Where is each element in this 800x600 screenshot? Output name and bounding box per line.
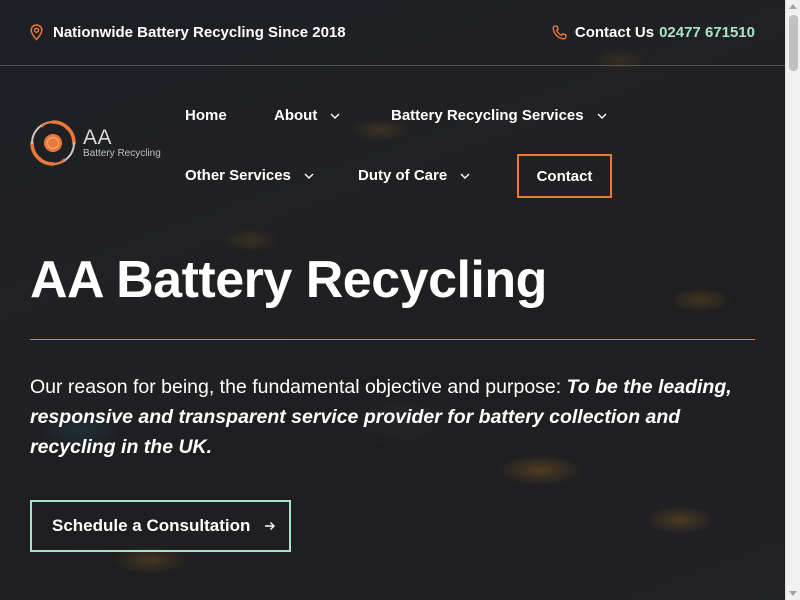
map-pin-icon	[30, 24, 43, 41]
nav-about[interactable]: About	[274, 107, 340, 124]
chevron-down-icon	[330, 113, 340, 119]
scroll-down-arrow-icon[interactable]	[789, 591, 797, 596]
site-logo[interactable]: AA Battery Recycling	[29, 119, 161, 167]
nav-contact-label: Contact	[536, 167, 593, 185]
contact-label: Contact Us	[574, 24, 655, 41]
nav-other-services[interactable]: Other Services	[185, 167, 314, 184]
hero-mission-statement: Our reason for being, the fundamental ob…	[30, 372, 765, 462]
nav-duty-of-care[interactable]: Duty of Care	[358, 167, 470, 184]
nav-contact-button[interactable]: Contact	[517, 154, 612, 198]
logo-emblem-icon	[30, 120, 76, 166]
nav-home[interactable]: Home	[185, 107, 227, 124]
location-info: Nationwide Battery Recycling Since 2018	[30, 24, 346, 41]
hero-divider	[30, 339, 755, 340]
location-text: Nationwide Battery Recycling Since 2018	[53, 24, 346, 41]
cta-label: Schedule a Consultation	[52, 516, 251, 535]
logo-title: AA	[83, 126, 113, 149]
nav-battery-recycling-services-label: Battery Recycling Services	[391, 107, 584, 124]
nav-about-label: About	[274, 107, 318, 124]
chevron-down-icon	[597, 113, 607, 119]
schedule-consultation-button[interactable]: Schedule a Consultation	[30, 500, 291, 552]
top-bar: Nationwide Battery Recycling Since 2018 …	[0, 0, 785, 66]
mission-lead-text: Our reason for being, the fundamental ob…	[30, 376, 562, 398]
nav-duty-of-care-label: Duty of Care	[358, 167, 448, 184]
phone-icon	[552, 25, 567, 40]
arrow-right-icon	[265, 522, 276, 530]
scroll-up-arrow-icon[interactable]	[789, 4, 797, 9]
chevron-down-icon	[460, 173, 470, 179]
scrollbar-thumb[interactable]	[789, 15, 798, 71]
nav-battery-recycling-services[interactable]: Battery Recycling Services	[391, 107, 607, 124]
hero-title: AA Battery Recycling	[30, 251, 547, 309]
phone-number-link[interactable]: 02477 671510	[659, 24, 755, 41]
page-scrollbar[interactable]	[785, 0, 800, 600]
logo-subtitle: Battery Recycling	[83, 148, 161, 159]
chevron-down-icon	[304, 173, 314, 179]
nav-home-label: Home	[185, 107, 227, 124]
contact-info[interactable]: Contact Us 02477 671510	[552, 24, 755, 41]
nav-other-services-label: Other Services	[185, 167, 291, 184]
